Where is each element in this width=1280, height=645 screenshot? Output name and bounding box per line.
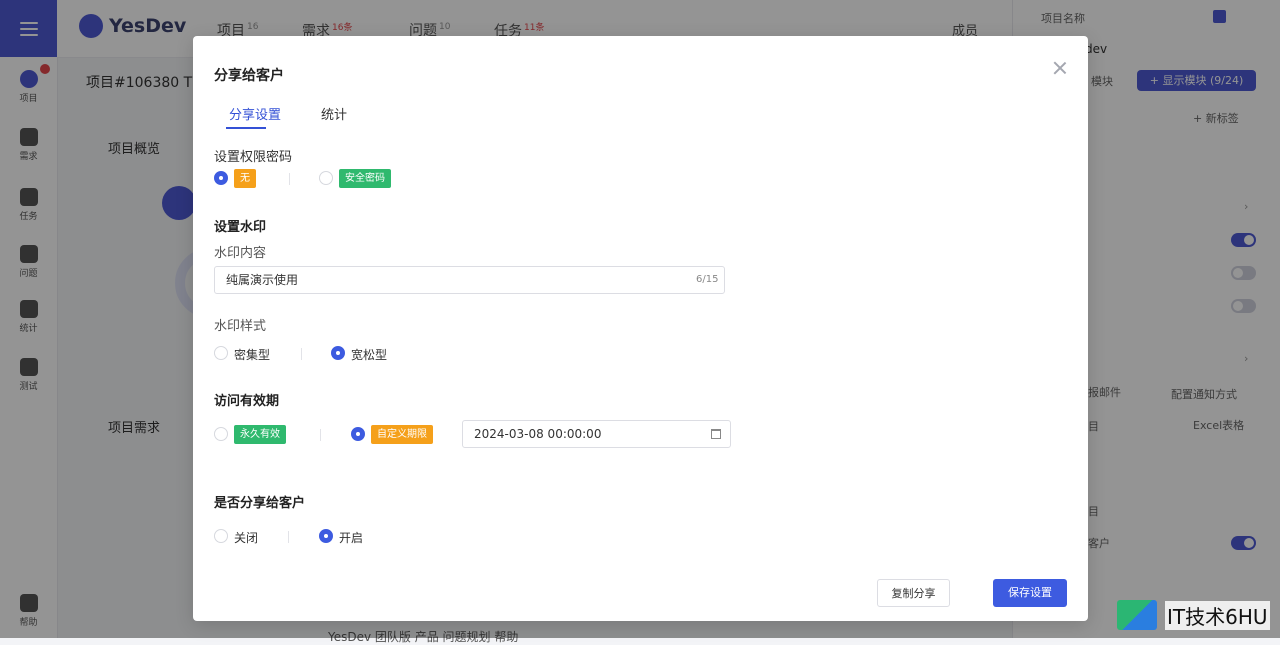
share-modal: 分享给客户 分享设置 统计 设置权限密码 无 安全密码 设置水印 水印内容 纯属…	[193, 36, 1088, 621]
password-section-label: 设置权限密码	[214, 150, 293, 165]
validity-permanent-radio[interactable]	[214, 427, 228, 441]
share-on-radio[interactable]	[319, 529, 333, 543]
close-icon[interactable]	[1052, 60, 1068, 76]
share-off-label: 关闭	[234, 531, 259, 545]
share-off-radio[interactable]	[214, 529, 228, 543]
site-watermark: IT技术6HU	[1117, 600, 1270, 630]
copy-share-button[interactable]: 复制分享	[877, 579, 950, 607]
modal-title: 分享给客户	[214, 68, 284, 84]
divider	[320, 429, 321, 441]
char-counter: 6/15	[696, 274, 719, 285]
date-value: 2024-03-08 00:00:00	[474, 427, 602, 441]
tab-indicator	[226, 127, 266, 129]
password-secure-tag: 安全密码	[339, 169, 391, 188]
share-section-label: 是否分享给客户	[214, 496, 306, 511]
style-loose-label: 宽松型	[351, 348, 388, 362]
validity-section-label: 访问有效期	[214, 394, 280, 409]
validity-custom-radio[interactable]	[351, 427, 365, 441]
date-picker[interactable]: 2024-03-08 00:00:00	[462, 420, 731, 448]
divider	[288, 531, 289, 543]
watermark-style-label: 水印样式	[214, 319, 267, 334]
style-dense-label: 密集型	[234, 348, 271, 362]
watermark-content-input[interactable]: 纯属演示使用	[214, 266, 725, 294]
password-none-radio[interactable]	[214, 171, 228, 185]
site-watermark-text: IT技术6HU	[1165, 600, 1270, 630]
save-settings-button[interactable]: 保存设置	[993, 579, 1067, 607]
divider	[289, 173, 290, 185]
style-dense-radio[interactable]	[214, 346, 228, 360]
tab-share-settings[interactable]: 分享设置	[229, 104, 281, 123]
validity-permanent-tag: 永久有效	[234, 425, 286, 444]
divider	[301, 348, 302, 360]
calendar-icon	[711, 429, 721, 439]
watermark-content-label: 水印内容	[214, 246, 267, 261]
book-icon	[1117, 600, 1157, 630]
watermark-section-label: 设置水印	[214, 220, 267, 235]
validity-custom-tag: 自定义期限	[371, 425, 433, 444]
tab-statistics[interactable]: 统计	[321, 104, 347, 123]
password-none-tag: 无	[234, 169, 256, 188]
style-loose-radio[interactable]	[331, 346, 345, 360]
password-secure-radio[interactable]	[319, 171, 333, 185]
share-on-label: 开启	[339, 531, 364, 545]
